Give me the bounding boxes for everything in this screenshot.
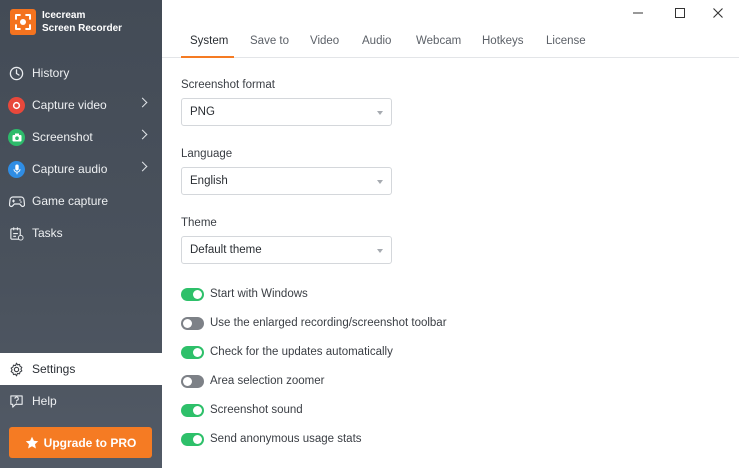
upgrade-label: Upgrade to PRO — [43, 435, 137, 450]
screenshot-format-label: Screenshot format — [181, 79, 275, 91]
maximize-button[interactable] — [662, 4, 698, 22]
sidebar-item-label: Tasks — [32, 226, 63, 240]
tab-webcam[interactable]: Webcam — [416, 35, 461, 47]
enlarged-toolbar-toggle[interactable] — [181, 316, 204, 330]
app-name-line2: Screen Recorder — [42, 23, 123, 34]
language-label: Language — [181, 148, 233, 160]
tab-video[interactable]: Video — [310, 35, 339, 47]
setting-check-updates: Check for the updates automatically — [181, 344, 393, 360]
microphone-icon — [8, 160, 25, 178]
sidebar-nav: History Capture video Screenshot Capture… — [0, 57, 162, 249]
chevron-right-icon — [137, 161, 148, 172]
minimize-button[interactable] — [620, 4, 656, 22]
close-icon — [713, 8, 723, 18]
chevron-right-icon — [137, 129, 148, 140]
area-selection-zoomer-toggle[interactable] — [181, 374, 204, 388]
sidebar-item-label: Capture audio — [32, 162, 108, 176]
sidebar-item-settings[interactable]: Settings — [0, 353, 162, 385]
toggle-label: Use the enlarged recording/screenshot to… — [210, 317, 447, 329]
tab-audio[interactable]: Audio — [362, 35, 391, 47]
camera-icon — [8, 128, 25, 146]
usage-stats-toggle[interactable] — [181, 432, 204, 446]
gear-icon — [8, 361, 25, 378]
toggle-label: Send anonymous usage stats — [210, 433, 362, 445]
toggle-label: Screenshot sound — [210, 404, 303, 416]
select-value: English — [190, 175, 228, 187]
select-value: PNG — [190, 106, 215, 118]
sidebar-item-capture-audio[interactable]: Capture audio — [0, 153, 162, 185]
screenshot-format-select[interactable]: PNG — [181, 98, 392, 126]
sidebar-item-label: Help — [32, 394, 57, 408]
app-name-line1: Icecream — [42, 10, 86, 21]
brand: Icecream Screen Recorder — [10, 9, 122, 35]
minimize-icon — [633, 12, 643, 14]
sidebar-item-capture-video[interactable]: Capture video — [0, 89, 162, 121]
toggle-label: Check for the updates automatically — [210, 346, 393, 358]
star-icon — [25, 436, 38, 448]
sidebar-item-label: History — [32, 66, 70, 80]
sidebar-item-label: Capture video — [32, 98, 107, 112]
tab-hotkeys[interactable]: Hotkeys — [482, 35, 524, 47]
clock-icon — [8, 65, 25, 82]
select-value: Default theme — [190, 244, 262, 256]
close-button[interactable] — [700, 4, 736, 22]
tab-save-to[interactable]: Save to — [250, 35, 289, 47]
sidebar-bottom-nav: Settings Help — [0, 353, 162, 417]
setting-start-with-windows: Start with Windows — [181, 286, 308, 302]
toggle-label: Area selection zoomer — [210, 375, 325, 387]
active-tab-indicator — [181, 56, 234, 58]
check-updates-toggle[interactable] — [181, 345, 204, 359]
sidebar-item-screenshot[interactable]: Screenshot — [0, 121, 162, 153]
tab-system[interactable]: System — [190, 35, 228, 47]
settings-tabs: System Save to Video Audio Webcam Hotkey… — [162, 30, 739, 58]
sidebar-item-label: Game capture — [32, 194, 109, 208]
sidebar: Icecream Screen Recorder History Capture… — [0, 0, 162, 468]
setting-area-selection-zoomer: Area selection zoomer — [181, 373, 324, 389]
chevron-right-icon — [137, 97, 148, 108]
theme-label: Theme — [181, 217, 217, 229]
sidebar-item-label: Settings — [32, 362, 76, 376]
record-icon — [8, 96, 25, 114]
caret-down-icon — [377, 249, 383, 253]
gamepad-icon — [8, 193, 25, 210]
tasks-icon — [8, 225, 25, 242]
help-icon — [8, 393, 25, 410]
start-with-windows-toggle[interactable] — [181, 287, 204, 301]
language-select[interactable]: English — [181, 167, 392, 195]
upgrade-to-pro-button[interactable]: Upgrade to PRO — [9, 427, 152, 458]
sidebar-item-tasks[interactable]: Tasks — [0, 217, 162, 249]
toggle-label: Start with Windows — [210, 288, 308, 300]
sidebar-item-game-capture[interactable]: Game capture — [0, 185, 162, 217]
app-logo-icon — [10, 9, 36, 35]
setting-usage-stats: Send anonymous usage stats — [181, 431, 362, 447]
screenshot-sound-toggle[interactable] — [181, 403, 204, 417]
sidebar-item-help[interactable]: Help — [0, 385, 162, 417]
caret-down-icon — [377, 111, 383, 115]
tab-license[interactable]: License — [546, 35, 586, 47]
theme-select[interactable]: Default theme — [181, 236, 392, 264]
sidebar-item-label: Screenshot — [32, 130, 93, 144]
caret-down-icon — [377, 180, 383, 184]
maximize-icon — [675, 8, 685, 18]
setting-enlarged-toolbar: Use the enlarged recording/screenshot to… — [181, 315, 447, 331]
app-name: Icecream Screen Recorder — [42, 9, 122, 35]
setting-screenshot-sound: Screenshot sound — [181, 402, 303, 418]
sidebar-item-history[interactable]: History — [0, 57, 162, 89]
